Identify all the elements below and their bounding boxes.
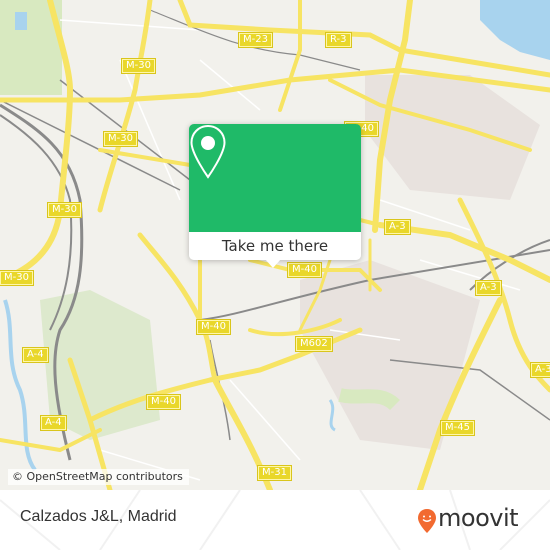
road-label-m40: M-40 — [287, 262, 322, 278]
road-label-m23: M-23 — [238, 32, 273, 48]
road-label-m40: M-40 — [196, 319, 231, 335]
take-me-there-button[interactable]: Take me there — [189, 232, 361, 260]
road-label-m30: M-30 — [121, 58, 156, 74]
popup-header — [189, 124, 361, 232]
road-label-m45: M-45 — [440, 420, 475, 436]
road-label-m602: M602 — [295, 336, 333, 352]
place-name: Calzados J&L, Madrid — [20, 508, 177, 525]
road-label-m30: M-30 — [47, 202, 82, 218]
road-label-a4: A-4 — [40, 415, 67, 431]
road-label-r3: R-3 — [325, 32, 352, 48]
stream — [328, 399, 336, 432]
road-label-a4: A-4 — [22, 347, 49, 363]
popup-pointer — [265, 259, 281, 268]
road-label-a3: A-3 — [530, 362, 550, 378]
location-popup: Take me there — [189, 124, 361, 268]
moovit-smiley-pin-icon — [418, 509, 436, 533]
road-label-a3: A-3 — [384, 219, 411, 235]
moovit-wordmark: moovit — [438, 504, 519, 532]
pond — [15, 12, 27, 30]
road-label-a3: A-3 — [475, 280, 502, 296]
road-label-m30: M-30 — [0, 270, 34, 286]
road-label-m40: M-40 — [146, 394, 181, 410]
reservoir — [480, 0, 550, 60]
map-attribution[interactable]: © OpenStreetMap contributors — [8, 469, 189, 485]
map-view[interactable]: M-30 M-30 M-30 M-30 M-23 R-3 M-40 M-40 M… — [0, 0, 550, 490]
map-pin-icon — [190, 124, 226, 179]
road-label-m31: M-31 — [257, 465, 292, 481]
road-label-m30: M-30 — [103, 131, 138, 147]
